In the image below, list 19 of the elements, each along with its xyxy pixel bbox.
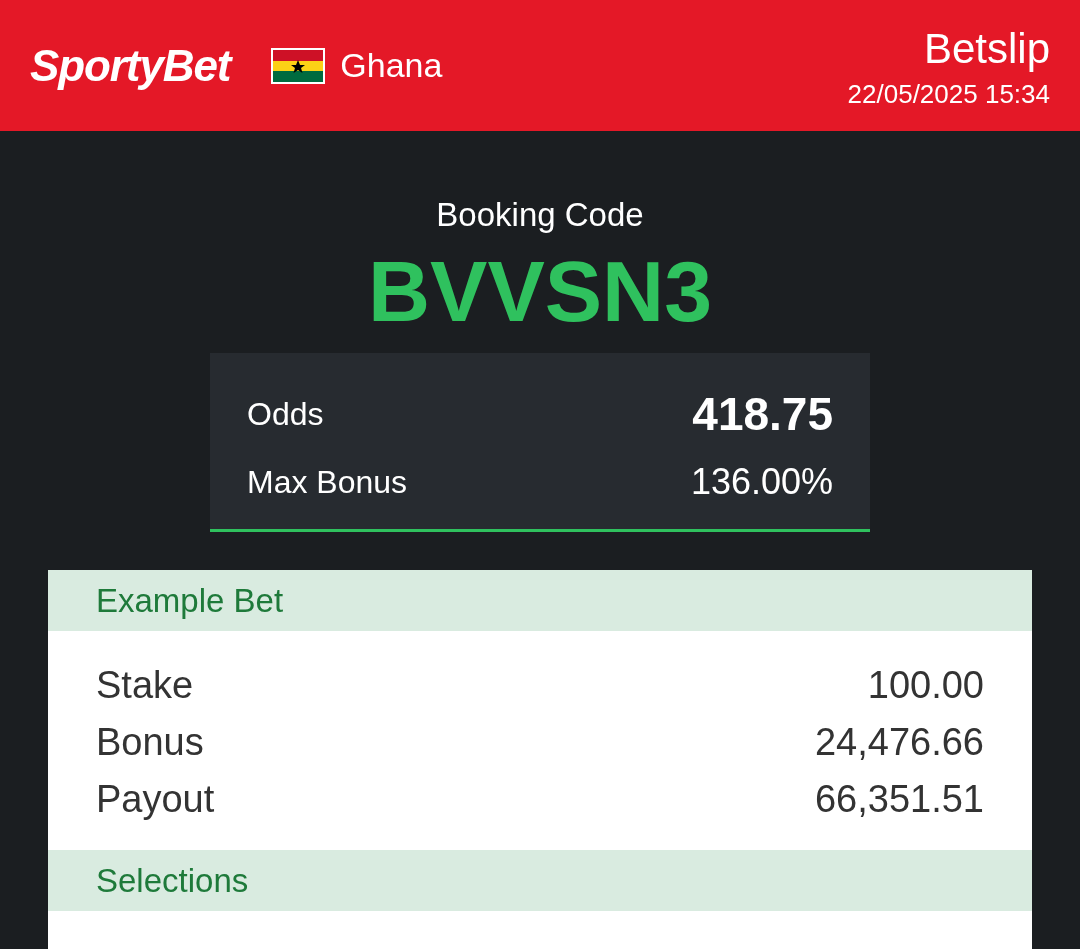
flag-icon xyxy=(270,46,327,85)
summary-label: Odds xyxy=(247,395,324,434)
section-title: Selections xyxy=(96,860,249,901)
summary-value: 136.00% xyxy=(690,460,833,504)
page-title: Betslip xyxy=(923,24,1050,73)
row-value: 24,476.66 xyxy=(814,720,984,765)
row-label: Stake xyxy=(96,663,194,708)
section-title: Example Bet xyxy=(96,580,284,621)
summary-value: 418.75 xyxy=(692,389,833,439)
row-value: 100.00 xyxy=(867,663,984,708)
row-value: 66,351.51 xyxy=(814,777,984,822)
summary-label: Max Bonus xyxy=(247,463,408,502)
booking-code: BVVSN3 xyxy=(367,242,713,341)
date-time: 22/05/2025 15:34 xyxy=(847,77,1050,111)
country-label: Ghana xyxy=(340,45,443,86)
row-label: Bonus xyxy=(96,720,204,765)
logo: SportyBet xyxy=(30,39,231,92)
row-label: Payout xyxy=(96,777,215,822)
booking-code-label: Booking Code xyxy=(436,195,644,235)
